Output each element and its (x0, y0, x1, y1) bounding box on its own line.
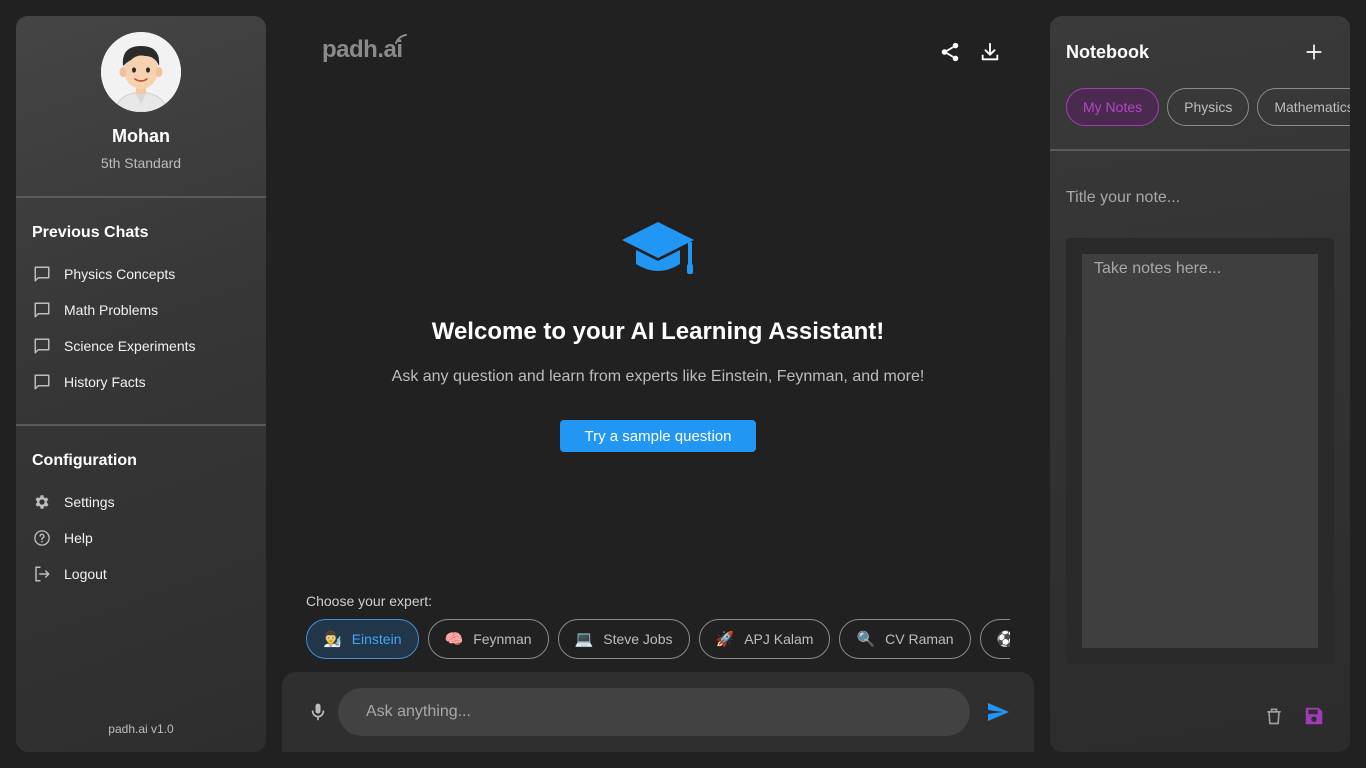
logo-swoosh-icon (394, 34, 407, 44)
previous-chats-section: Previous Chats Physics Concepts Math Pro… (16, 198, 266, 426)
welcome-hero: Welcome to your AI Learning Assistant! A… (282, 220, 1034, 452)
try-sample-question-button[interactable]: Try a sample question (560, 420, 756, 452)
top-actions (938, 40, 1002, 64)
previous-chats-title: Previous Chats (32, 224, 149, 241)
chat-item-label: Math Problems (64, 302, 159, 318)
hero-title: Welcome to your AI Learning Assistant! (431, 318, 885, 345)
profile-name: Mohan (112, 126, 170, 146)
configuration-section: Configuration Settings Help Logout (16, 426, 266, 592)
brand-logo[interactable]: padh.ai (322, 34, 407, 64)
notebook-divider (1050, 149, 1350, 151)
notebook-title: Notebook (1066, 42, 1149, 62)
save-note-button[interactable] (1302, 704, 1326, 728)
microphone-icon (311, 703, 325, 721)
boy-avatar-icon (101, 32, 181, 112)
expert-chip-list: 👨‍🔬 Einstein 🧠 Feynman 💻 Steve Jobs 🚀 AP… (306, 619, 1010, 661)
help-circle-icon (32, 528, 52, 548)
settings-item[interactable]: Settings (32, 484, 250, 520)
chat-item-history-facts[interactable]: History Facts (32, 364, 250, 400)
tab-mathematics[interactable]: Mathematics (1257, 88, 1350, 126)
notebook-tabs: My Notes Physics Mathematics (1066, 88, 1350, 126)
share-button[interactable] (938, 40, 962, 64)
chat-bubble-icon (32, 300, 52, 320)
laptop-emoji-icon: 💻 (574, 631, 594, 648)
expert-chip-label: Steve Jobs (603, 631, 673, 647)
download-button[interactable] (978, 40, 1002, 64)
brand-logo-text: padh.ai (322, 36, 403, 63)
scientist-emoji-icon: 👨‍🔬 (323, 631, 342, 648)
microphone-button[interactable] (306, 700, 330, 724)
chat-item-science-experiments[interactable]: Science Experiments (32, 328, 250, 364)
logout-item[interactable]: Logout (32, 556, 250, 592)
soccer-ball-emoji-icon: ⚽ (996, 631, 1010, 648)
expert-chip-label: Einstein (351, 631, 402, 647)
version-text: padh.ai v1.0 (108, 722, 174, 736)
help-item[interactable]: Help (32, 520, 250, 556)
note-title-input[interactable] (1066, 174, 1334, 222)
profile-section: Mohan 5th Standard (16, 16, 266, 198)
chat-item-label: Physics Concepts (64, 266, 176, 282)
chat-item-physics-concepts[interactable]: Physics Concepts (32, 256, 250, 292)
rocket-emoji-icon: 🚀 (715, 631, 735, 648)
brain-emoji-icon: 🧠 (444, 631, 464, 648)
add-note-button[interactable] (1302, 40, 1326, 64)
chat-bubble-icon (32, 372, 52, 392)
send-button[interactable] (986, 700, 1010, 724)
chat-item-label: History Facts (64, 374, 146, 390)
profile-grade: 5th Standard (100, 155, 182, 171)
magnifier-emoji-icon: 🔍 (856, 631, 876, 648)
configuration-title: Configuration (32, 452, 137, 469)
expert-chip-cv-raman[interactable]: 🔍 CV Raman (839, 619, 971, 659)
help-label: Help (64, 530, 93, 546)
logout-label: Logout (64, 566, 107, 582)
expert-chip-feynman[interactable]: 🧠 Feynman (427, 619, 549, 659)
expert-chip-partial[interactable]: ⚽ (979, 619, 1010, 659)
plus-icon (1306, 44, 1322, 60)
notebook-panel: Notebook My Notes Physics Mathematics (1050, 16, 1350, 752)
chat-input-bar (282, 672, 1034, 752)
save-floppy-icon (1305, 707, 1323, 725)
left-sidebar: Mohan 5th Standard Previous Chats Physic… (16, 16, 266, 752)
delete-note-button[interactable] (1262, 704, 1286, 728)
download-icon (981, 42, 999, 61)
expert-chip-steve-jobs[interactable]: 💻 Steve Jobs (557, 619, 690, 659)
note-body-textarea[interactable] (1082, 254, 1318, 648)
tab-my-notes[interactable]: My Notes (1066, 88, 1160, 126)
chat-bubble-icon (32, 264, 52, 284)
tab-physics[interactable]: Physics (1167, 88, 1250, 126)
choose-expert-label: Choose your expert: (306, 593, 433, 609)
settings-label: Settings (64, 494, 115, 510)
note-body-container (1066, 238, 1334, 664)
send-icon (988, 703, 1009, 721)
avatar[interactable] (101, 32, 181, 112)
hero-subtitle: Ask any question and learn from experts … (391, 368, 925, 385)
expert-chip-label: Feynman (473, 631, 532, 647)
ask-input[interactable] (338, 688, 970, 736)
logout-icon (32, 564, 52, 584)
expert-chip-label: CV Raman (885, 631, 954, 647)
expert-chip-label: APJ Kalam (744, 631, 814, 647)
gear-icon (32, 492, 52, 512)
chat-item-math-problems[interactable]: Math Problems (32, 292, 250, 328)
graduation-cap-icon (622, 222, 694, 274)
main-chat-area: padh.ai Welcome to your AI Learning Assi… (282, 16, 1034, 768)
chat-item-label: Science Experiments (64, 338, 196, 354)
share-icon (941, 42, 959, 62)
expert-chip-einstein[interactable]: 👨‍🔬 Einstein (306, 619, 419, 659)
chat-bubble-icon (32, 336, 52, 356)
notebook-actions (1262, 704, 1326, 728)
expert-chip-apj-kalam[interactable]: 🚀 APJ Kalam (698, 619, 831, 659)
trash-icon (1267, 708, 1281, 725)
